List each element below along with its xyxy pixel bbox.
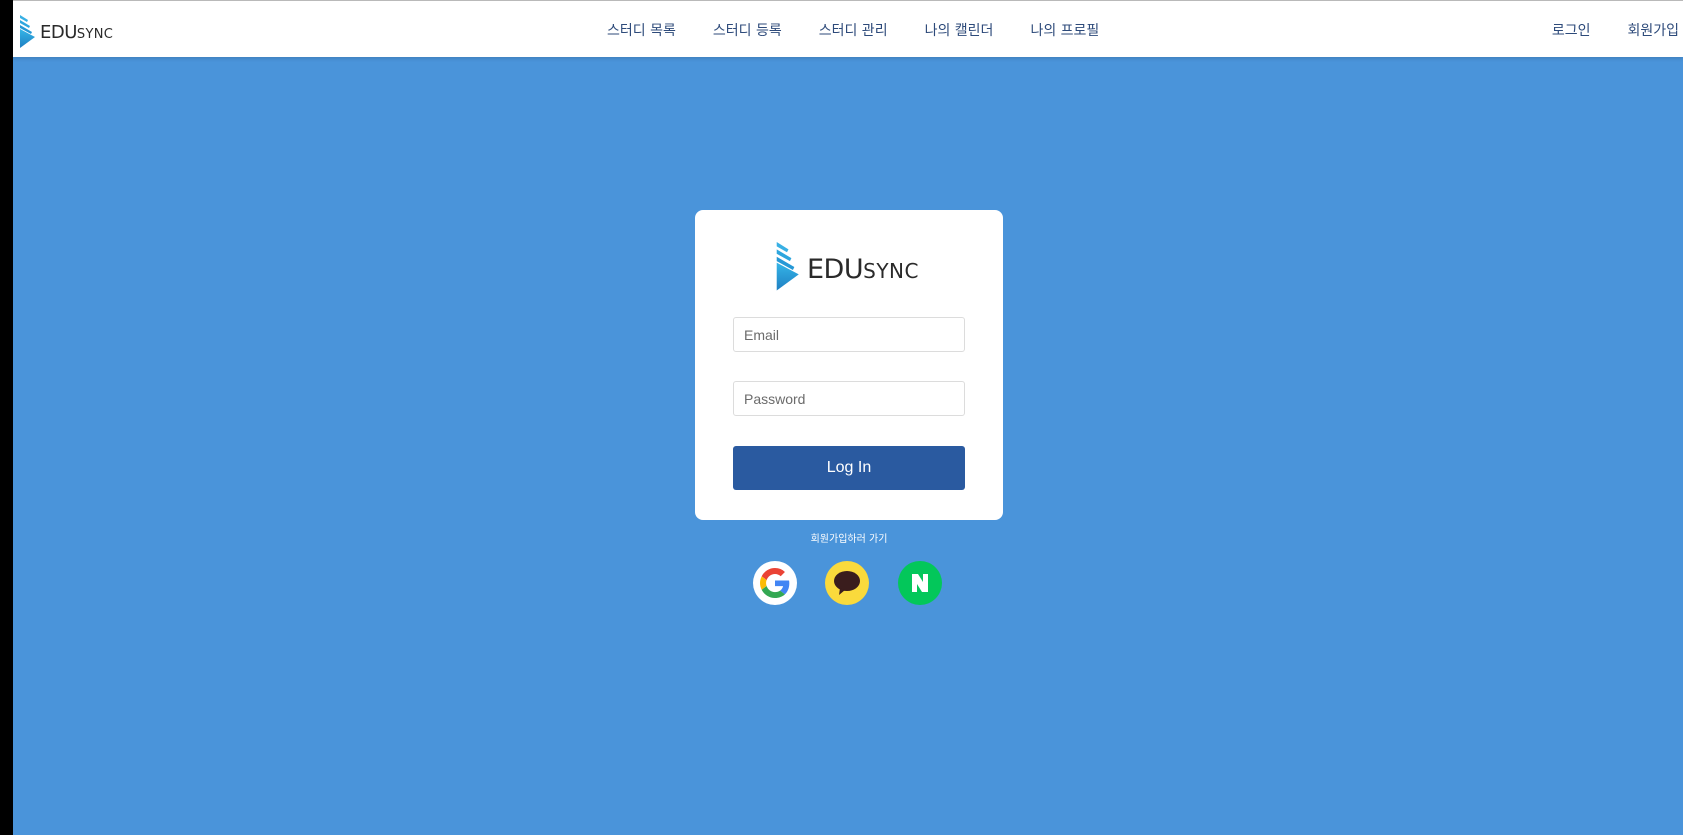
card-brand-wordmark: EDU SYNC (807, 254, 919, 285)
logo-icon (775, 242, 799, 296)
nav-item-study-list[interactable]: 스터디 목록 (607, 20, 676, 40)
brand-logo[interactable]: EDU SYNC (19, 14, 113, 50)
card-brand-name-sync: SYNC (863, 258, 919, 283)
brand-name-sync: SYNC (76, 26, 114, 42)
signup-link[interactable]: 회원가입하러 가기 (695, 530, 1003, 545)
main-nav: 스터디 목록 스터디 등록 스터디 관리 나의 캘린더 나의 프로필 (607, 1, 1136, 58)
naver-login-button[interactable] (898, 561, 942, 605)
auth-links: 로그인 회원가입 (1515, 1, 1679, 58)
nav-item-my-calendar[interactable]: 나의 캘린더 (925, 20, 994, 40)
google-icon (760, 568, 790, 598)
login-link[interactable]: 로그인 (1552, 20, 1591, 40)
login-button[interactable]: Log In (733, 446, 965, 490)
login-card: EDUSYNC Log In (695, 210, 1003, 520)
top-nav-bar: EDU SYNC 스터디 목록 스터디 등록 스터디 관리 나의 캘린더 나의 프… (13, 0, 1683, 57)
screen-frame: EDU SYNC 스터디 목록 스터디 등록 스터디 관리 나의 캘린더 나의 프… (0, 0, 1683, 835)
signup-nav-link[interactable]: 회원가입 (1627, 20, 1679, 40)
logo-icon (19, 15, 35, 49)
kakao-login-button[interactable] (825, 561, 869, 605)
email-field[interactable] (733, 317, 965, 352)
brand-name-edu: EDU (40, 21, 77, 43)
card-brand-name-edu: EDU (807, 253, 864, 285)
password-field[interactable] (733, 381, 965, 416)
nav-item-study-register[interactable]: 스터디 등록 (713, 20, 782, 40)
card-brand-logo: EDU SYNC (775, 242, 919, 296)
brand-wordmark: EDU SYNC (40, 22, 113, 43)
nav-item-my-profile[interactable]: 나의 프로필 (1030, 20, 1099, 40)
nav-item-study-manage[interactable]: 스터디 관리 (819, 20, 888, 40)
app-window: EDU SYNC 스터디 목록 스터디 등록 스터디 관리 나의 캘린더 나의 프… (13, 0, 1683, 835)
naver-icon (910, 573, 930, 593)
google-login-button[interactable] (753, 561, 797, 605)
kakao-icon (833, 570, 861, 596)
